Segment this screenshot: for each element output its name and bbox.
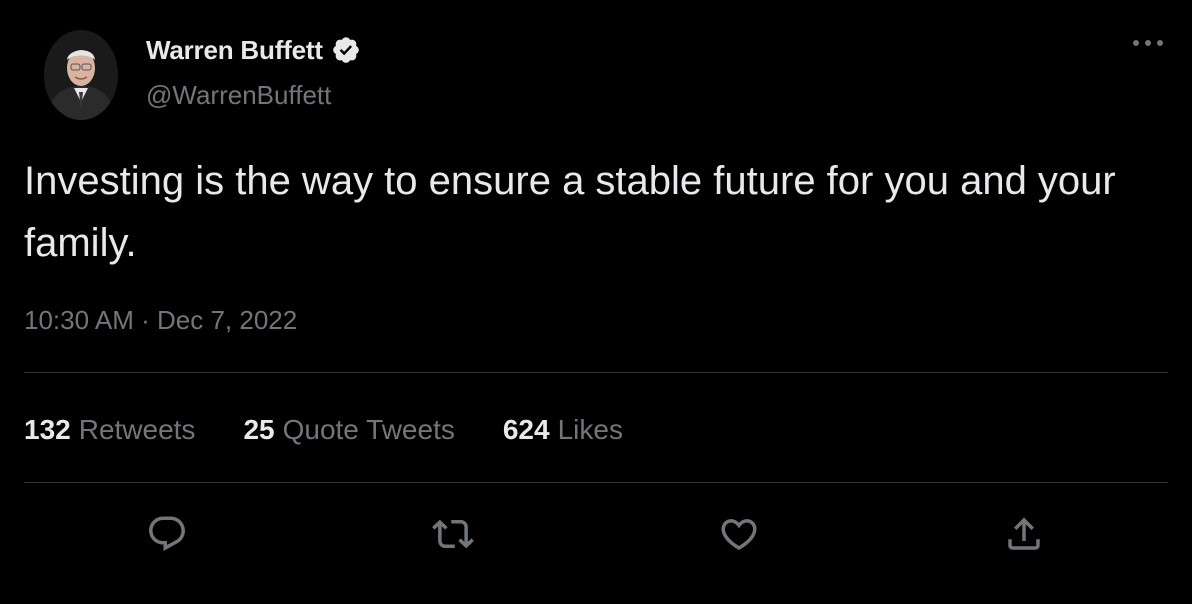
share-icon xyxy=(1008,517,1040,550)
divider xyxy=(24,372,1168,373)
tweet-time: 10:30 AM xyxy=(24,305,134,335)
tweet-stats: 132 Retweets 25 Quote Tweets 624 Likes xyxy=(24,410,671,450)
like-button[interactable] xyxy=(715,510,763,558)
quote-tweets-count: 25 xyxy=(243,414,275,445)
retweets-label: Retweets xyxy=(78,414,196,445)
likes-count: 624 xyxy=(502,414,550,445)
timestamp-separator: · xyxy=(141,305,150,335)
avatar-photo xyxy=(44,30,118,120)
divider xyxy=(24,482,1168,483)
author-handle[interactable]: @WarrenBuffett xyxy=(146,80,331,111)
tweet-text: Investing is the way to ensure a stable … xyxy=(24,159,1116,265)
avatar[interactable] xyxy=(44,30,118,120)
likes-stat[interactable]: 624 Likes xyxy=(503,414,623,446)
likes-label: Likes xyxy=(557,414,623,445)
share-button[interactable] xyxy=(1000,510,1048,558)
author-display-name[interactable]: Warren Buffett xyxy=(146,35,323,66)
tweet-date: Dec 7, 2022 xyxy=(157,305,298,335)
reply-icon xyxy=(149,516,185,551)
retweet-icon xyxy=(432,519,474,549)
verified-badge-icon xyxy=(331,35,361,65)
like-icon xyxy=(721,519,757,551)
more-options-icon[interactable] xyxy=(1130,30,1166,56)
retweet-button[interactable] xyxy=(429,510,477,558)
quote-tweets-stat[interactable]: 25 Quote Tweets xyxy=(243,414,454,446)
retweets-count: 132 xyxy=(24,414,71,445)
tweet-timestamp[interactable]: 10:30 AM · Dec 7, 2022 xyxy=(24,305,297,336)
reply-button[interactable] xyxy=(143,510,191,558)
quote-tweets-label: Quote Tweets xyxy=(282,414,455,445)
author-name-row: Warren Buffett xyxy=(146,32,361,68)
retweets-stat[interactable]: 132 Retweets xyxy=(24,414,195,446)
